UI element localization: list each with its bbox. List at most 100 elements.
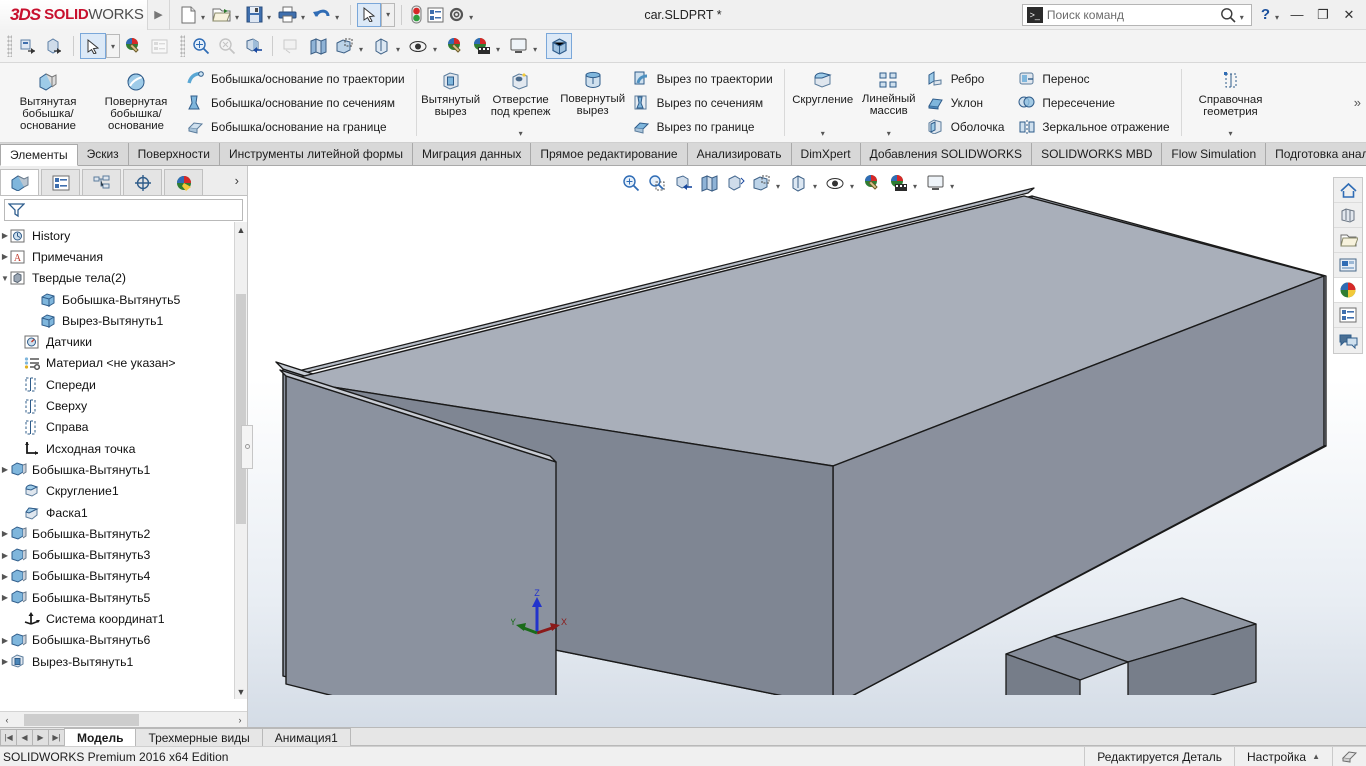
select-tool-button[interactable] [357, 2, 382, 27]
new-document-button[interactable] [178, 2, 199, 28]
viewport-caret[interactable]: ▾ [533, 45, 537, 54]
chevron-right-icon[interactable]: ▶ [0, 657, 10, 666]
mirror-button[interactable]: Зеркальное отражение [1014, 115, 1173, 139]
tree-node[interactable]: ▶ Бобышка-Вытянуть3 [0, 544, 247, 565]
view-orientation-icon[interactable] [696, 170, 722, 196]
gear-caret[interactable]: ▾ [469, 13, 473, 22]
appearances-icon[interactable] [1334, 203, 1362, 228]
fillet-dropdown[interactable]: ▾ [821, 128, 825, 140]
tab-7[interactable]: DimXpert [791, 143, 861, 165]
bottom-tab-2[interactable]: Анимация1 [261, 728, 351, 746]
tab-11[interactable]: Подготовка анализа [1266, 143, 1366, 165]
tab-6[interactable]: Анализировать [687, 143, 792, 165]
zoom-to-fit-icon[interactable] [618, 170, 644, 196]
tree-node[interactable]: ▶ A Примечания [0, 246, 247, 267]
chevron-right-icon[interactable]: ▶ [0, 529, 10, 538]
tab-0[interactable]: Элементы [0, 144, 78, 166]
hscroll-right-button[interactable]: › [233, 715, 247, 725]
feature-tree-tab[interactable] [0, 169, 39, 195]
rebuild-button[interactable] [408, 2, 425, 28]
hide-show-icon[interactable] [368, 33, 394, 59]
chevron-right-icon[interactable]: ▶ [0, 551, 10, 560]
eye-visibility-caret[interactable]: ▾ [433, 45, 437, 54]
ribbon-overflow-button[interactable]: » [1349, 63, 1366, 142]
viewport-icon[interactable] [922, 170, 948, 196]
graphics-viewport[interactable]: ▾ ▾ ▾ ▾ ▾ Z X Y [248, 166, 1366, 727]
zoom-in-icon[interactable] [188, 33, 214, 59]
apply-scene-caret[interactable]: ▾ [913, 182, 917, 191]
lofted-boss-button[interactable]: Бобышка/основание по сечениям [183, 91, 409, 115]
feature-manager-more-button[interactable]: › [235, 173, 247, 188]
model-3d-view[interactable] [248, 166, 1366, 695]
boundary-cut-button[interactable]: Вырез по границе [629, 115, 777, 139]
zoom-to-area-icon[interactable] [644, 170, 670, 196]
scene-button[interactable] [546, 33, 573, 59]
undo-button[interactable] [310, 2, 333, 28]
import-icon[interactable] [15, 33, 41, 59]
search-input[interactable]: >_ Поиск команд ▾ [1021, 3, 1252, 26]
bottom-tab-0[interactable]: Модель [64, 728, 137, 746]
display-manager-tab[interactable] [164, 169, 203, 195]
edit-appearance-icon[interactable] [859, 170, 885, 196]
chevron-right-icon[interactable]: ▶ [0, 572, 10, 581]
viewport-caret[interactable]: ▾ [950, 182, 954, 191]
tree-node[interactable]: Сверху [0, 395, 247, 416]
tab-3[interactable]: Инструменты литейной формы [219, 143, 413, 165]
save-button[interactable] [244, 2, 265, 28]
hscroll-left-button[interactable]: ‹ [0, 715, 14, 725]
minimize-button[interactable]: — [1284, 2, 1310, 28]
eye-visibility-icon[interactable] [822, 170, 848, 196]
chevron-down-icon[interactable]: ▼ [0, 274, 10, 283]
hscroll-thumb[interactable] [24, 713, 139, 726]
revolved-cut-button[interactable]: Повернутый вырез [560, 64, 626, 142]
chevron-right-icon[interactable]: ▶ [0, 593, 10, 602]
eye-visibility-icon[interactable] [405, 33, 431, 59]
move-button[interactable]: Перенос [1014, 67, 1173, 91]
rib-button[interactable]: Ребро [923, 67, 1009, 91]
linear-pattern-dropdown[interactable]: ▾ [887, 128, 891, 140]
bottom-tab-1[interactable]: Трехмерные виды [135, 728, 263, 746]
print-caret[interactable]: ▾ [301, 13, 305, 22]
help-button[interactable]: ? [1258, 6, 1273, 23]
tab-9[interactable]: SOLIDWORKS MBD [1032, 143, 1163, 165]
tab-4[interactable]: Миграция данных [412, 143, 532, 165]
tab-2[interactable]: Поверхности [128, 143, 220, 165]
display-style-caret[interactable]: ▾ [776, 182, 780, 191]
zoom-to-fit-icon[interactable] [214, 33, 240, 59]
lofted-cut-button[interactable]: Вырез по сечениям [629, 91, 777, 115]
new-document-caret[interactable]: ▾ [201, 13, 205, 22]
tree-node[interactable]: ▶ Бобышка-Вытянуть4 [0, 566, 247, 587]
configuration-cell[interactable]: Настройка ▲ [1234, 746, 1332, 766]
scroll-down-button[interactable]: ▼ [235, 684, 247, 699]
swept-cut-button[interactable]: Вырез по траектории [629, 67, 777, 91]
reference-geometry-dropdown[interactable]: ▾ [1229, 128, 1233, 140]
tab-5[interactable]: Прямое редактирование [531, 143, 688, 165]
hscroll-track[interactable] [14, 713, 233, 726]
hide-show-caret[interactable]: ▾ [396, 45, 400, 54]
tree-node[interactable]: Бобышка-Вытянуть5 [0, 289, 247, 310]
viewport-icon[interactable] [505, 33, 531, 59]
display-style-caret[interactable]: ▾ [359, 45, 363, 54]
configuration-caret[interactable]: ▲ [1312, 752, 1320, 761]
configuration-manager-tab[interactable] [82, 169, 121, 195]
next-icon[interactable]: ▶ [32, 728, 49, 746]
edit-appearance-icon[interactable] [442, 33, 468, 59]
shell-button[interactable]: Оболочка [923, 115, 1009, 139]
tree-node[interactable]: ▶ Бобышка-Вытянуть5 [0, 587, 247, 608]
tree-node[interactable]: ▶ Бобышка-Вытянуть1 [0, 459, 247, 480]
open-document-caret[interactable]: ▾ [235, 13, 239, 22]
feature-tree-filter-input[interactable] [4, 199, 243, 221]
tree-node[interactable]: Исходная точка [0, 438, 247, 459]
export-icon[interactable] [41, 33, 67, 59]
tree-node[interactable]: ▶ Бобышка-Вытянуть2 [0, 523, 247, 544]
extruded-cut-button[interactable]: Вытянутый вырез [420, 64, 482, 142]
chevron-right-icon[interactable]: ▶ [0, 636, 10, 645]
tree-node[interactable]: Датчики [0, 331, 247, 352]
print-button[interactable] [276, 2, 299, 28]
dimxpert-manager-tab[interactable] [123, 169, 162, 195]
tree-node[interactable]: Справа [0, 417, 247, 438]
display-style-icon[interactable] [748, 170, 774, 196]
panel-splitter-handle[interactable] [241, 424, 253, 469]
linear-pattern-button[interactable]: Линейный массив ▾ [858, 64, 920, 142]
draft-analysis-icon[interactable] [279, 33, 305, 59]
